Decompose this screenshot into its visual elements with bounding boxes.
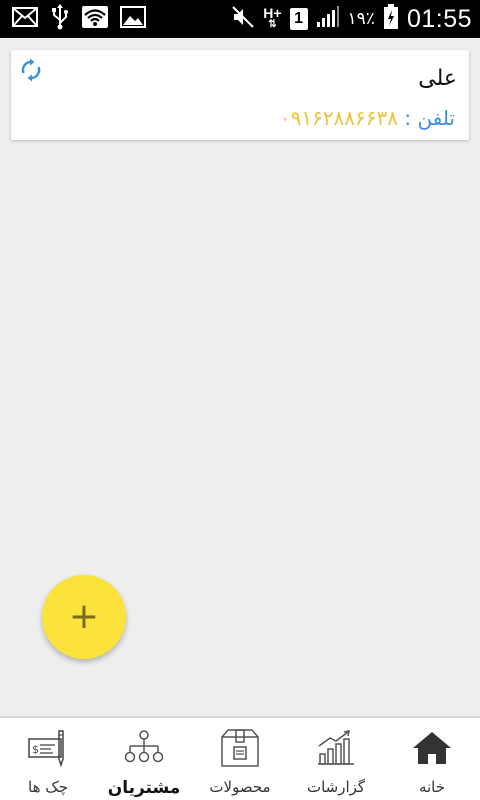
hierarchy-icon	[122, 728, 166, 768]
bottom-navigation: خانه گزارشات محصولات مشتریان $ چک ها	[0, 716, 480, 800]
nav-item-customers[interactable]: مشتریان	[96, 718, 192, 800]
status-bar: H+ ⇅ 1 ۱۹٪ 01:55	[0, 0, 480, 38]
nav-label-customers: مشتریان	[107, 778, 181, 798]
mute-icon	[231, 5, 255, 33]
cheque-icon: $	[26, 728, 70, 768]
phone-label: تلفن :	[404, 106, 455, 130]
status-bar-system: H+ ⇅ 1 ۱۹٪ 01:55	[231, 4, 472, 34]
box-icon	[218, 728, 262, 768]
nav-item-products[interactable]: محصولات	[192, 718, 288, 800]
wifi-icon	[82, 6, 108, 32]
nav-label-products: محصولات	[209, 778, 271, 796]
home-icon	[410, 728, 454, 768]
customer-card[interactable]: علی تلفن : ۰۹۱۶۲۸۸۶۶۳۸	[11, 50, 469, 140]
nav-item-cheques[interactable]: $ چک ها	[0, 718, 96, 800]
network-type-indicator: H+ ⇅	[263, 5, 282, 30]
refresh-icon[interactable]	[19, 58, 43, 82]
sim-slot-badge: 1	[289, 8, 308, 30]
customer-name: علی	[418, 66, 457, 91]
status-bar-notifications	[12, 4, 146, 34]
battery-icon	[383, 4, 399, 34]
nav-item-home[interactable]: خانه	[384, 718, 480, 800]
usb-icon	[50, 4, 70, 34]
add-customer-button[interactable]: +	[42, 575, 126, 659]
customer-phone: تلفن : ۰۹۱۶۲۸۸۶۶۳۸	[280, 106, 455, 130]
chart-icon	[314, 728, 358, 768]
nav-label-reports: گزارشات	[306, 778, 366, 796]
battery-percent: ۱۹٪	[347, 9, 375, 29]
image-icon	[120, 6, 146, 32]
clock: 01:55	[406, 4, 472, 33]
signal-icon	[316, 6, 340, 32]
nav-label-cheques: چک ها	[28, 778, 68, 796]
phone-value[interactable]: ۰۹۱۶۲۸۸۶۶۳۸	[280, 106, 398, 130]
svg-text:$: $	[32, 743, 39, 756]
plus-icon: +	[68, 596, 100, 637]
nav-item-reports[interactable]: گزارشات	[288, 718, 384, 800]
mail-icon	[12, 7, 38, 31]
nav-label-home: خانه	[418, 778, 446, 796]
